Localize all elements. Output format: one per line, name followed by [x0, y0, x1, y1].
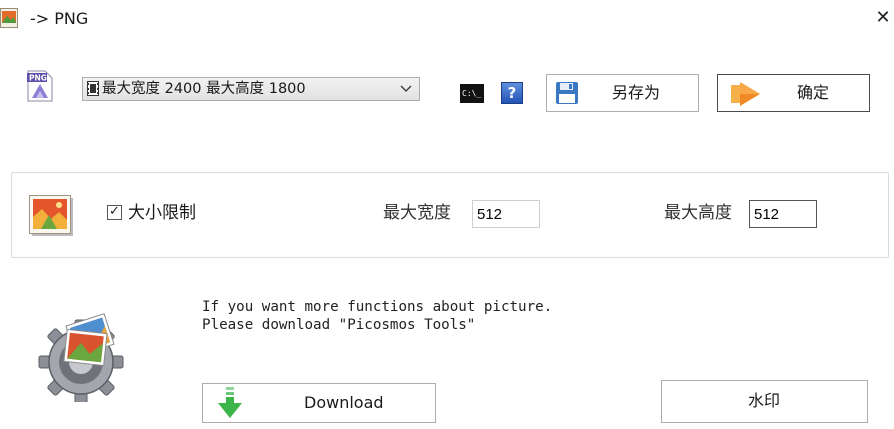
image-resize-icon	[29, 195, 74, 237]
download-arrow-icon	[216, 385, 244, 425]
preset-select[interactable]: 最大宽度 2400 最大高度 1800	[82, 77, 420, 101]
max-width-input[interactable]	[472, 200, 540, 228]
promo-text-line-1: If you want more functions about picture…	[202, 299, 553, 315]
download-button[interactable]: Download	[202, 383, 436, 423]
size-limit-label[interactable]: 大小限制	[128, 202, 196, 224]
picosmos-tools-logo-icon	[35, 304, 135, 405]
film-icon	[87, 81, 99, 103]
watermark-label: 水印	[748, 391, 781, 410]
chevron-down-icon	[400, 78, 412, 107]
max-width-label: 最大宽度	[383, 203, 451, 223]
command-line-icon[interactable]: C:\_	[460, 84, 484, 103]
promo-text-line-2: Please download "Picosmos Tools"	[202, 317, 476, 333]
save-as-label: 另存为	[612, 83, 661, 102]
preset-selected-value: 最大宽度 2400 最大高度 1800	[102, 81, 306, 97]
png-file-icon: PNG	[27, 70, 53, 102]
help-icon[interactable]: ?	[501, 82, 523, 104]
max-height-input[interactable]	[749, 200, 817, 228]
app-icon	[0, 8, 18, 28]
watermark-button[interactable]: 水印	[661, 380, 868, 423]
close-button[interactable]: ✕	[872, 6, 894, 30]
download-label: Download	[304, 393, 384, 412]
command-line-icon-text: C:\_	[462, 89, 482, 98]
checkmark-icon: ✓	[109, 204, 120, 219]
size-limit-checkbox[interactable]: ✓	[107, 204, 122, 220]
max-height-label: 最大高度	[664, 203, 732, 223]
floppy-disk-icon	[555, 81, 579, 109]
window-title: -> PNG	[30, 9, 89, 28]
ok-button[interactable]: 确定	[717, 74, 870, 112]
svg-text:PNG: PNG	[29, 74, 47, 83]
arrow-right-icon	[730, 80, 764, 112]
ok-label: 确定	[797, 83, 830, 102]
save-as-button[interactable]: 另存为	[546, 74, 699, 112]
